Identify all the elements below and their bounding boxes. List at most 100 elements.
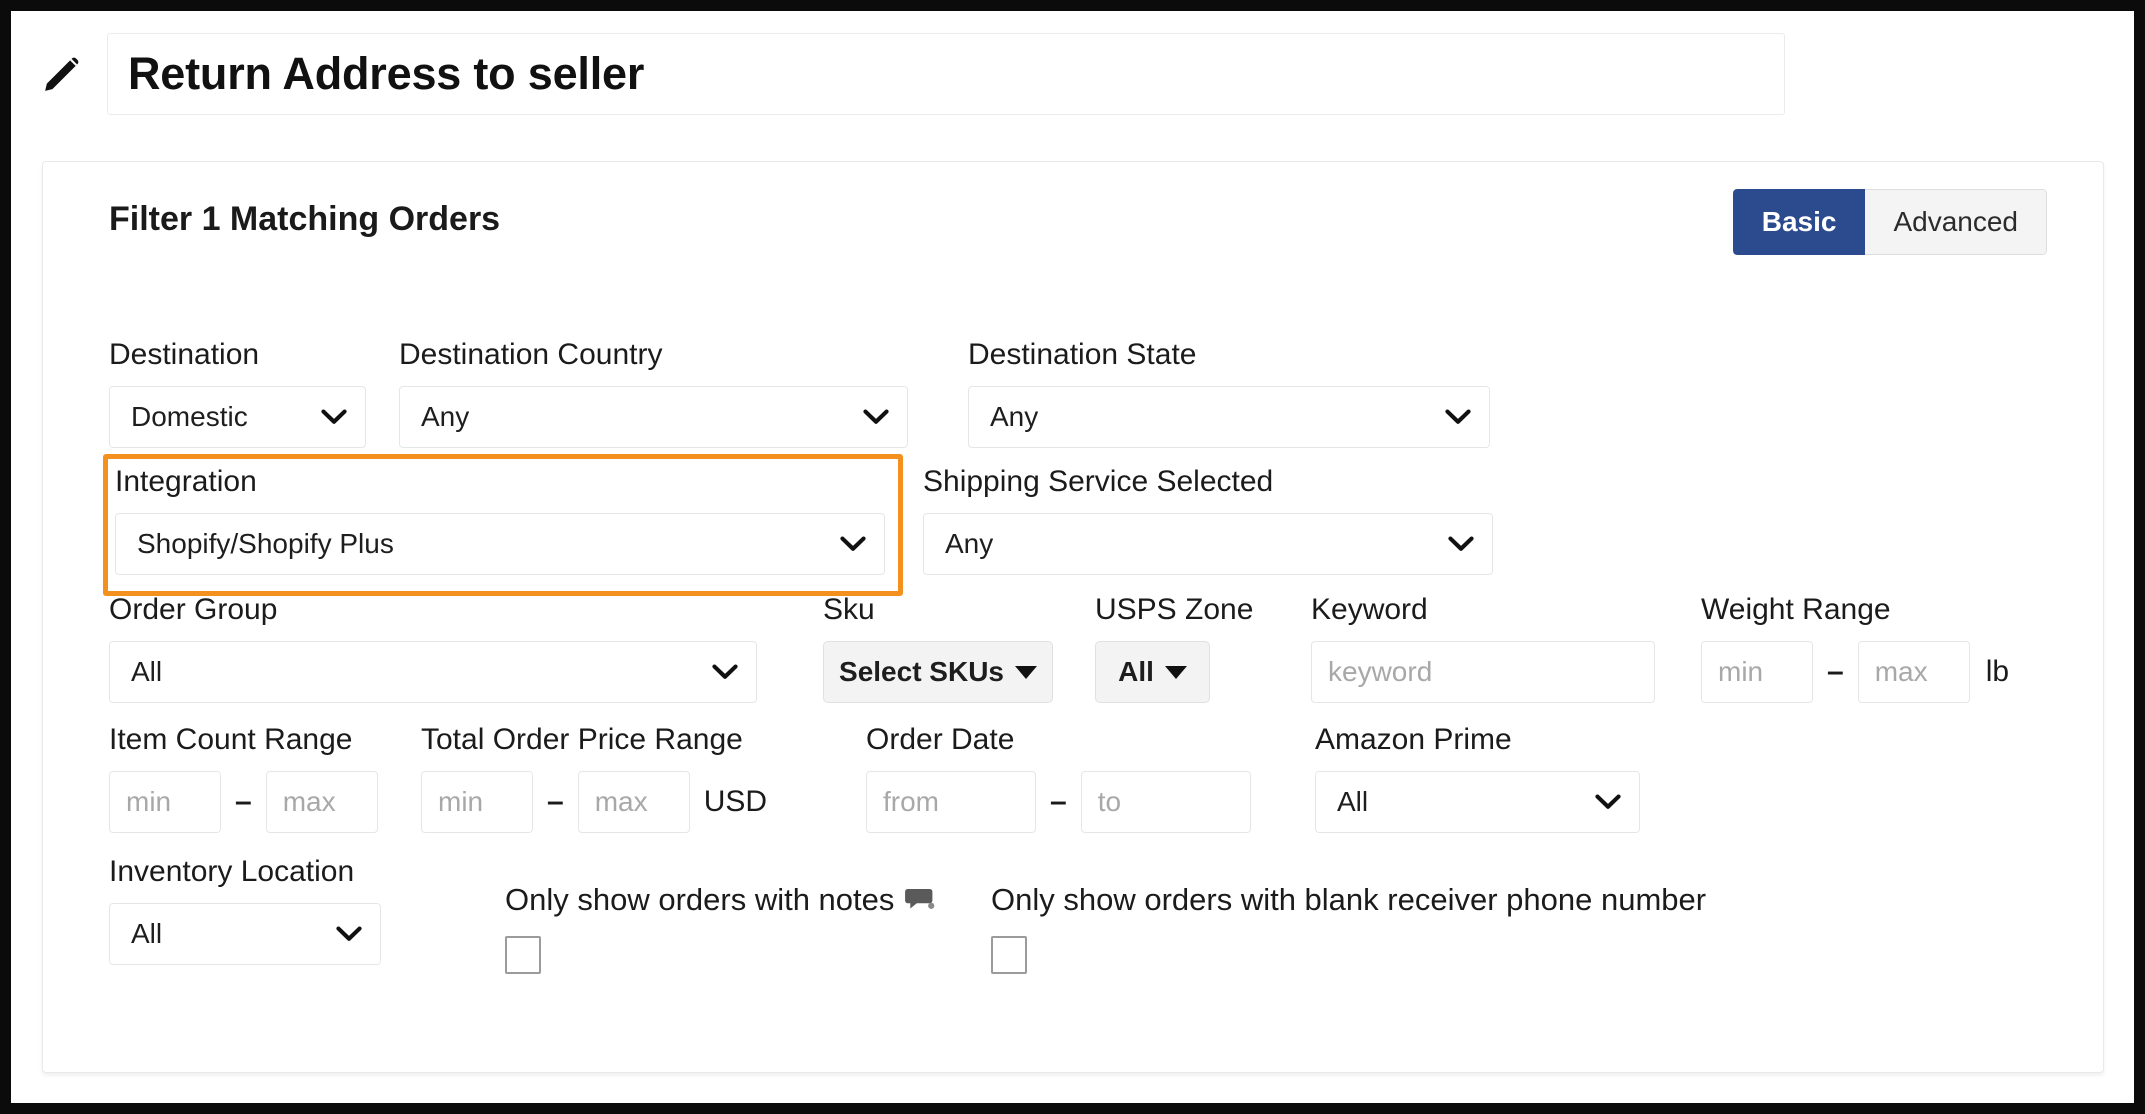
field-label-inventory-location: Inventory Location [109,855,355,888]
only-notes-text: Only show orders with notes [505,882,895,917]
field-integration: Integration Shopify/Shopify Plus [115,467,885,575]
field-inventory-location: Inventory Location All [109,857,381,965]
field-destination: Destination Domestic [109,340,366,448]
filter-card-title: Filter 1 Matching Orders [109,200,501,238]
weight-range-separator: – [1827,655,1844,688]
chevron-down-icon [840,536,866,551]
pencil-icon[interactable] [39,48,85,100]
field-label-amazon-prime: Amazon Prime [1315,723,1512,756]
total-price-min-placeholder: min [438,786,484,817]
comment-icon [905,888,935,909]
field-destination-country: Destination Country Any [399,340,908,448]
destination-country-value: Any [421,401,470,432]
amazon-prime-select[interactable]: All [1315,771,1640,833]
shipping-service-value: Any [945,528,994,559]
screenshot-frame: Return Address to seller Filter 1 Matchi… [0,0,2145,1114]
chevron-down-icon [863,409,889,424]
field-order-group: Order Group All [109,595,757,703]
destination-state-value: Any [990,401,1039,432]
destination-select[interactable]: Domestic [109,386,366,448]
item-count-range-separator: – [235,785,252,818]
inventory-location-value: All [131,918,163,949]
item-count-min-placeholder: min [126,786,172,817]
keyword-placeholder: keyword [1328,656,1433,687]
field-label-sku: Sku [823,593,875,626]
field-only-blank-phone: Only show orders with blank receiver pho… [991,882,1706,974]
only-blank-phone-label: Only show orders with blank receiver pho… [991,882,1707,917]
field-label-destination: Destination [109,338,260,371]
chevron-down-icon [1445,409,1471,424]
field-usps-zone: USPS Zone All [1095,595,1253,703]
item-count-max-placeholder: max [282,786,336,817]
keyword-input[interactable]: keyword [1311,641,1655,703]
order-group-select[interactable]: All [109,641,757,703]
inventory-location-select[interactable]: All [109,903,381,965]
field-amazon-prime: Amazon Prime All [1315,725,1640,833]
field-sku: Sku Select SKUs [823,595,1053,703]
integration-value: Shopify/Shopify Plus [137,528,394,559]
field-weight-range: Weight Range min – max lb [1701,595,2009,703]
caret-down-icon [1014,665,1037,679]
field-destination-state: Destination State Any [968,340,1490,448]
weight-min-input[interactable]: min [1701,641,1813,703]
select-skus-button[interactable]: Select SKUs [823,641,1053,703]
chevron-down-icon [1595,794,1621,809]
only-notes-checkbox[interactable] [505,936,541,974]
field-label-keyword: Keyword [1311,593,1428,626]
tab-basic[interactable]: Basic [1732,189,1866,255]
destination-country-select[interactable]: Any [399,386,908,448]
order-date-to-placeholder: to [1097,786,1122,817]
destination-state-select[interactable]: Any [968,386,1490,448]
total-price-max-input[interactable]: max [577,771,690,833]
chevron-down-icon [336,926,362,941]
order-date-to-input[interactable]: to [1080,771,1251,833]
field-label-weight-range: Weight Range [1701,593,1891,626]
field-label-destination-country: Destination Country [399,338,663,371]
weight-max-input[interactable]: max [1857,641,1970,703]
field-total-order-price-range: Total Order Price Range min – max USD [421,725,767,833]
filter-name-input[interactable]: Return Address to seller [107,33,1785,115]
total-price-unit-label: USD [703,785,768,818]
field-label-order-date: Order Date [866,723,1015,756]
field-label-item-count-range: Item Count Range [109,723,353,756]
item-count-max-input[interactable]: max [265,771,378,833]
integration-select[interactable]: Shopify/Shopify Plus [115,513,885,575]
filter-card: Filter 1 Matching Orders Basic Advanced … [42,161,2104,1073]
caret-down-icon [1164,665,1187,679]
chevron-down-icon [712,664,738,679]
usps-zone-button[interactable]: All [1095,641,1210,703]
order-group-value: All [131,656,163,687]
destination-value: Domestic [131,401,248,432]
item-count-min-input[interactable]: min [109,771,221,833]
chevron-down-icon [1448,536,1474,551]
total-price-min-input[interactable]: min [421,771,533,833]
total-price-range-separator: – [547,785,564,818]
field-shipping-service-selected: Shipping Service Selected Any [923,467,1493,575]
field-item-count-range: Item Count Range min – max [109,725,378,833]
weight-max-placeholder: max [1874,656,1928,687]
amazon-prime-value: All [1337,786,1369,817]
order-date-from-input[interactable]: from [866,771,1036,833]
usps-zone-label: All [1118,656,1154,687]
filter-card-header: Filter 1 Matching Orders Basic Advanced [43,162,2103,312]
order-date-from-placeholder: from [883,786,939,817]
field-label-integration: Integration [115,465,257,498]
field-order-date: Order Date from – to [866,725,1251,833]
chevron-down-icon [321,409,347,424]
filter-name-row: Return Address to seller [30,30,1785,118]
only-blank-phone-checkbox[interactable] [991,936,1027,974]
total-price-max-placeholder: max [594,786,648,817]
field-label-order-group: Order Group [109,593,278,626]
field-label-destination-state: Destination State [968,338,1197,371]
shipping-service-select[interactable]: Any [923,513,1493,575]
field-label-usps-zone: USPS Zone [1095,593,1254,626]
tab-advanced[interactable]: Advanced [1865,189,2047,255]
weight-unit-label: lb [1985,655,2010,688]
field-keyword: Keyword keyword [1311,595,1655,703]
select-skus-label: Select SKUs [839,656,1004,687]
filter-mode-toggle: Basic Advanced [1732,189,2047,255]
field-only-notes: Only show orders with notes [505,882,939,974]
order-date-separator: – [1050,785,1067,818]
page-title: Return Address to seller [128,48,645,99]
only-notes-label: Only show orders with notes [505,882,939,918]
